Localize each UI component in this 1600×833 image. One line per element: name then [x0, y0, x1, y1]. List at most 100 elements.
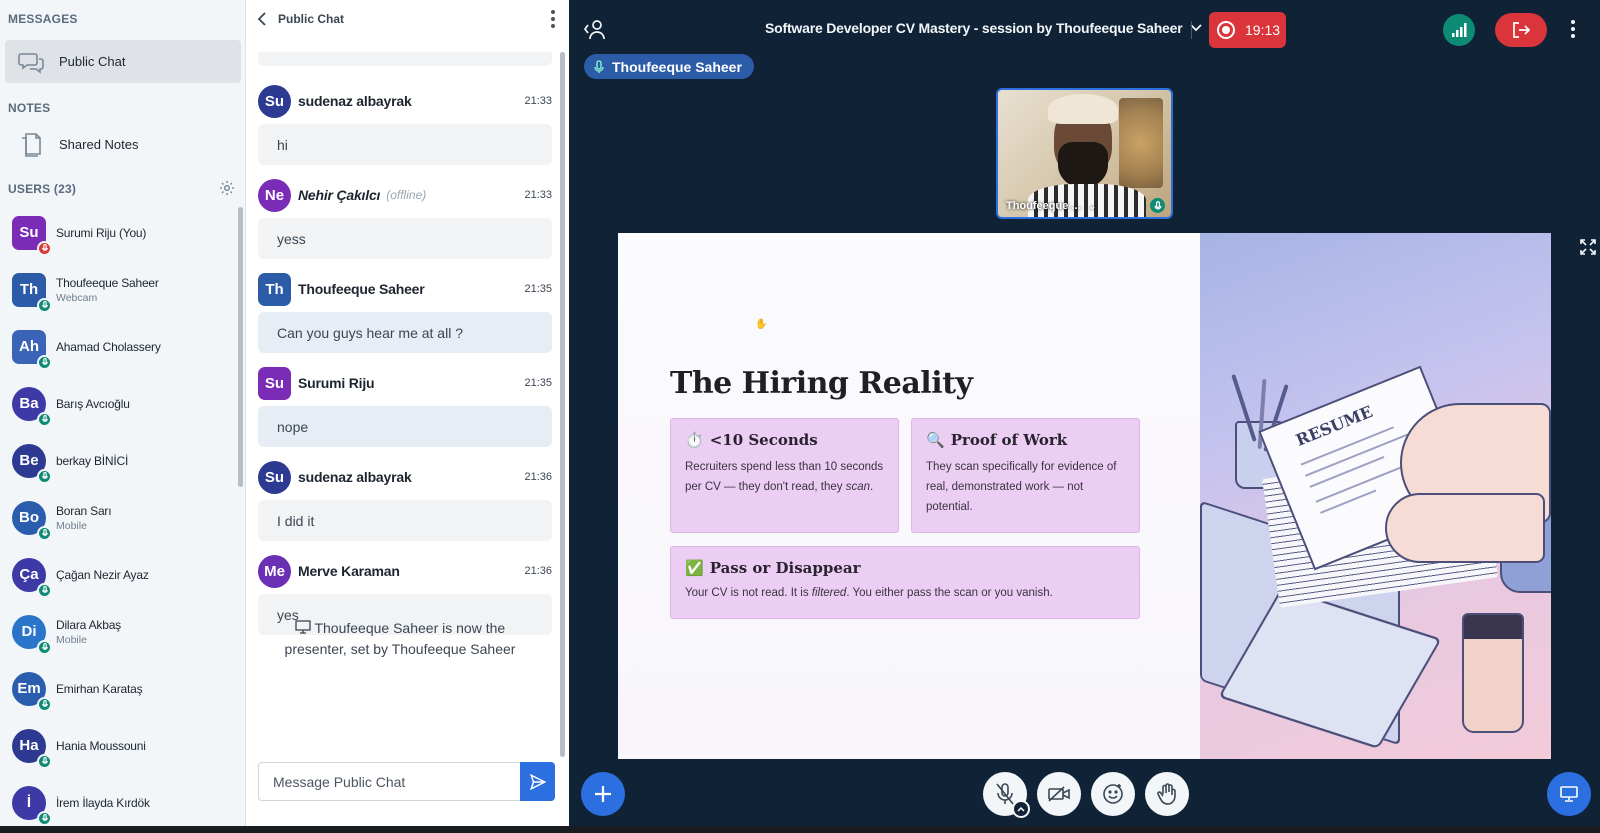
hand-raised-icon: [37, 240, 52, 256]
user-list-item[interactable]: Su Surumi Riju (You): [0, 204, 245, 261]
chat-message: Su sudenaz albayrak 21:33 hi: [258, 84, 552, 165]
chat-options-button[interactable]: [551, 10, 555, 28]
gear-icon[interactable]: [219, 180, 237, 198]
user-list-item[interactable]: Em Emirhan Karataş: [0, 660, 245, 717]
chat-header: Public Chat: [246, 0, 569, 38]
user-status: Mobile: [56, 633, 87, 646]
sidebar-item-label: Shared Notes: [59, 137, 139, 152]
webcam-name-tag[interactable]: Thoufeeque ... ⌄: [1006, 200, 1096, 212]
sidebar-item-public-chat[interactable]: Public Chat: [5, 40, 241, 83]
chevron-left-icon: [258, 12, 266, 26]
message-author: Merve Karaman: [298, 563, 400, 579]
audio-options-button[interactable]: [1012, 800, 1030, 818]
user-list-item[interactable]: Bo Boran Sarı Mobile: [0, 489, 245, 546]
user-list-item[interactable]: Ha Hania Moussouni: [0, 717, 245, 774]
message-author: Thoufeeque Saheer: [298, 281, 425, 297]
card-body: Your CV is not read. It is filtered. You…: [685, 587, 1053, 599]
avatar: Ah: [12, 329, 52, 370]
camera-button[interactable]: [1037, 772, 1081, 816]
message-time: 21:33: [524, 95, 552, 107]
webcam-video[interactable]: Thoufeeque ... ⌄: [996, 88, 1173, 219]
offline-label: (offline): [386, 188, 427, 202]
card-body: They scan specifically for evidence of r…: [926, 461, 1117, 513]
user-name: Surumi Riju (You): [56, 225, 147, 240]
meeting-title-button[interactable]: Software Developer CV Mastery - session …: [765, 20, 1203, 36]
actions-button[interactable]: [581, 772, 625, 816]
microphone-icon: [37, 354, 52, 370]
avatar: Th: [258, 272, 291, 306]
user-list-icon: [583, 20, 605, 40]
message-input[interactable]: [258, 762, 520, 801]
avatar: Su: [258, 460, 291, 494]
avatar: Me: [258, 554, 291, 588]
user-list-item[interactable]: Ah Ahamad Cholassery: [0, 318, 245, 375]
logout-icon: [1513, 22, 1530, 38]
user-list-scrollbar[interactable]: [238, 207, 243, 487]
user-list-item[interactable]: Ça Çağan Nezir Ayaz: [0, 546, 245, 603]
recording-button[interactable]: 19:13: [1209, 12, 1286, 48]
fullscreen-button[interactable]: [1580, 239, 1596, 255]
message-text: I did it: [258, 500, 552, 541]
microphone-icon: [37, 411, 52, 427]
chat-message: Su Surumi Riju 21:35 nope: [258, 366, 552, 447]
user-list-item[interactable]: İ İrem İlayda Kırdök: [0, 774, 245, 826]
notes-section-title: NOTES: [8, 101, 51, 115]
message-author: Nehir Çakılcı: [298, 187, 381, 203]
main-stage: Software Developer CV Mastery - session …: [569, 0, 1600, 826]
recording-timer: 19:13: [1245, 22, 1281, 38]
presentation-toggle-button[interactable]: [1547, 772, 1591, 816]
chat-back-button[interactable]: Public Chat: [258, 12, 344, 26]
resume-illustration: RESUME: [1200, 233, 1551, 759]
user-name: Çağan Nezir Ayaz: [56, 567, 149, 582]
leave-meeting-button[interactable]: [1495, 13, 1547, 47]
chat-bubbles-icon: [17, 48, 45, 76]
signal-bars-icon: [1452, 23, 1467, 37]
microphone-icon: [37, 810, 52, 826]
user-list-item[interactable]: Be berkay BİNİCİ: [0, 432, 245, 489]
taskbar-strip: [0, 826, 1600, 833]
connection-status-button[interactable]: [1443, 14, 1475, 46]
meeting-app: MESSAGES Public Chat NOTES Shared Notes …: [0, 0, 1600, 833]
avatar: İ: [12, 785, 52, 826]
slide-title: The Hiring Reality: [670, 366, 973, 401]
talking-indicator[interactable]: Thoufeeque Saheer: [584, 54, 754, 79]
chat-panel: Public Chat Su sudenaz albayrak 21:33 hi Ne N…: [246, 0, 569, 826]
chevron-down-icon: ⌄: [1088, 200, 1097, 211]
avatar: Su: [12, 215, 52, 256]
users-section-title: USERS (23): [8, 182, 77, 196]
meeting-title: Software Developer CV Mastery - session …: [765, 20, 1183, 36]
avatar: Di: [12, 614, 52, 655]
user-list-item[interactable]: Di Dilara Akbaş Mobile: [0, 603, 245, 660]
hand-cursor-icon: ✋: [755, 319, 768, 330]
reactions-button[interactable]: [1091, 772, 1135, 816]
user-list-item[interactable]: Th Thoufeeque Saheer Webcam: [0, 261, 245, 318]
divider: [1191, 21, 1192, 39]
options-menu-button[interactable]: [1571, 20, 1575, 38]
slide-card: 🔍 Proof of Work They scan specifically for…: [911, 418, 1140, 533]
microphone-muted-icon: [996, 783, 1014, 805]
raise-hand-button[interactable]: [1145, 772, 1189, 816]
message-list: Su sudenaz albayrak 21:33 hi Ne Nehir Çakılcı…: [258, 52, 552, 635]
plus-icon: [595, 786, 611, 802]
message-time: 21:36: [524, 471, 552, 483]
card-body: Recruiters spend less than 10 seconds pe…: [685, 461, 884, 493]
presentation-slide: ✋ The Hiring Reality ⏱️ <10 Seconds Recrui…: [618, 233, 1551, 759]
mute-button[interactable]: [983, 772, 1030, 818]
user-status: Mobile: [56, 519, 87, 532]
user-name: Dilara Akbaş: [56, 617, 121, 632]
system-message: Thoufeeque Saheer is now the presenter, …: [284, 620, 516, 657]
avatar: Ba: [12, 386, 52, 427]
message-time: 21:35: [524, 283, 552, 295]
message-author: sudenaz albayrak: [298, 93, 412, 109]
toggle-user-list-button[interactable]: [583, 18, 607, 40]
send-button[interactable]: [520, 762, 555, 801]
user-list-item[interactable]: Ba Barış Avcıoğlu: [0, 375, 245, 432]
avatar: Th: [12, 272, 52, 313]
top-bar: Software Developer CV Mastery - session …: [569, 0, 1600, 58]
microphone-icon: [37, 582, 52, 598]
sidebar-item-shared-notes[interactable]: Shared Notes: [5, 123, 241, 166]
message-composer: [258, 762, 555, 801]
microphone-icon: [37, 696, 52, 712]
chat-scrollbar[interactable]: [560, 52, 565, 757]
avatar: Be: [12, 443, 52, 484]
